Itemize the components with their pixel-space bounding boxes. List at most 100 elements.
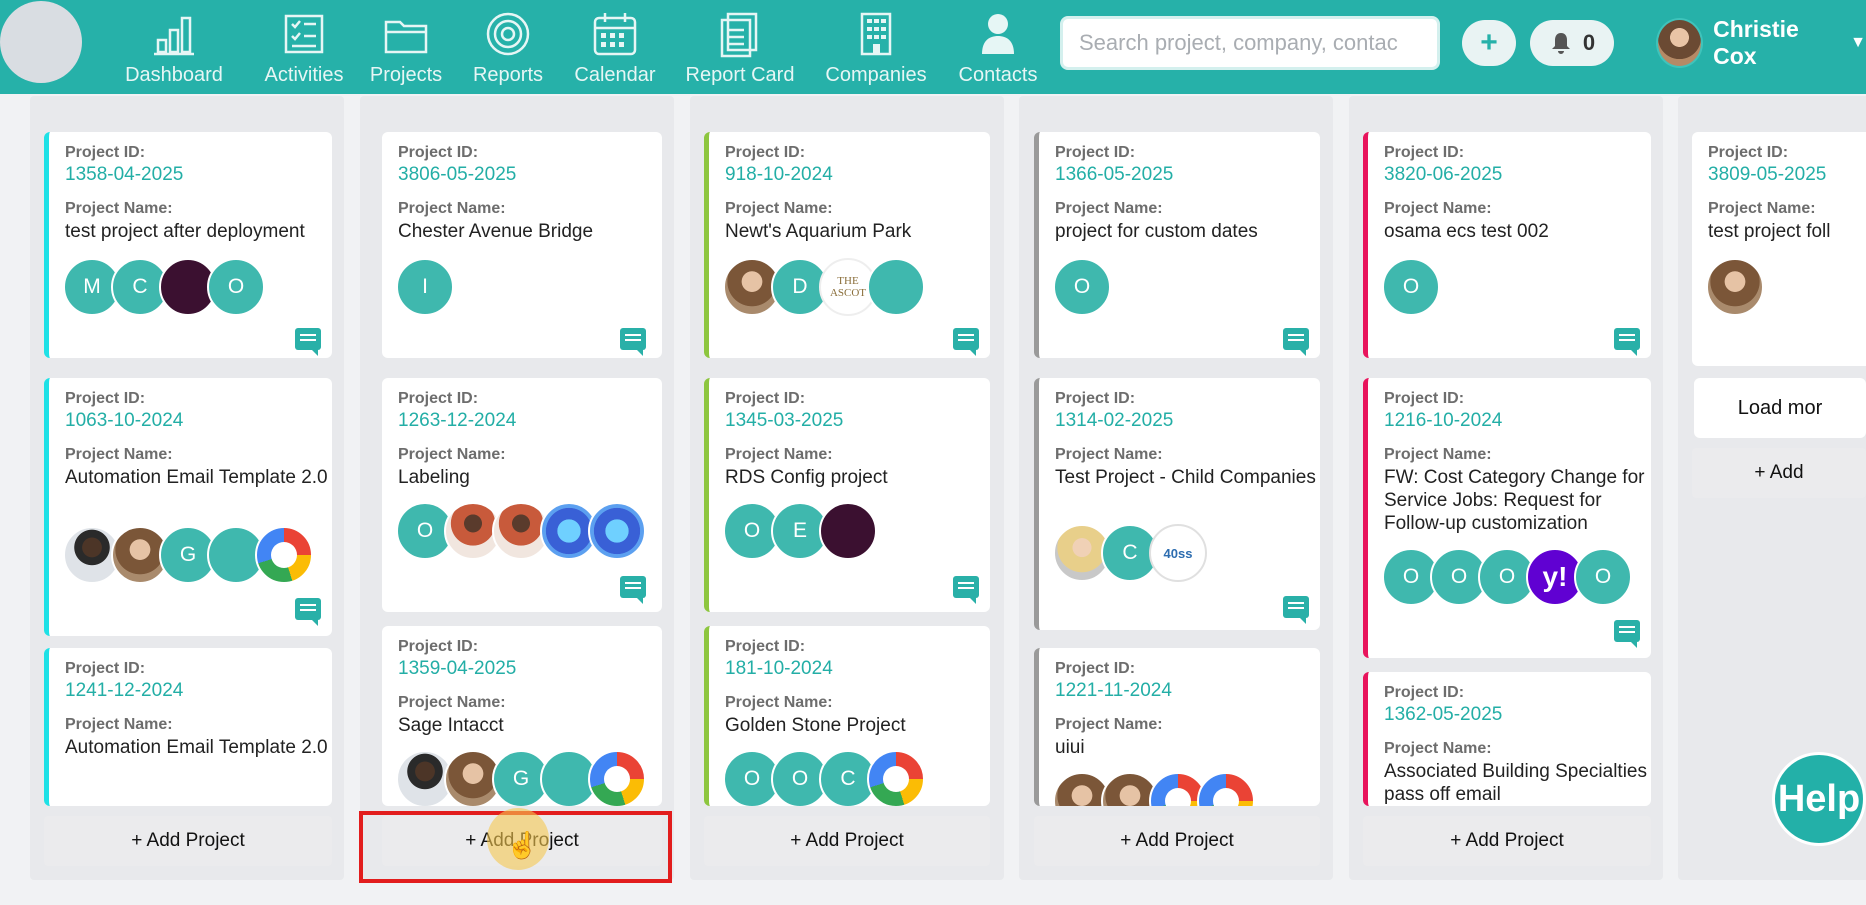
avatar[interactable]: O	[1574, 548, 1632, 606]
comment-icon[interactable]	[1283, 328, 1309, 356]
nav-report-card[interactable]: Report Card	[686, 6, 794, 88]
avatar-group: G	[396, 750, 646, 806]
avatar[interactable]: O	[1382, 258, 1440, 316]
project-name: test project after deployment	[65, 221, 305, 242]
google-icon[interactable]	[255, 526, 313, 584]
project-id-label: Project ID:	[1384, 390, 1465, 407]
project-id: 3809-05-2025	[1708, 164, 1827, 185]
company-logo[interactable]: 40ss	[1149, 524, 1207, 582]
nav-label: Calendar	[574, 64, 656, 86]
project-card[interactable]: Project ID: 1063-10-2024 Project Name: A…	[44, 378, 332, 636]
project-name-label: Project Name:	[1055, 200, 1163, 217]
avatar-logo[interactable]	[819, 502, 877, 560]
building-icon	[860, 12, 892, 56]
quick-add-button[interactable]: +	[1462, 20, 1516, 66]
comment-icon[interactable]	[1614, 620, 1640, 648]
avatar[interactable]: I	[396, 258, 454, 316]
nav-reports[interactable]: Reports	[458, 6, 558, 88]
nav-projects[interactable]: Projects	[356, 6, 456, 88]
comment-icon[interactable]	[620, 576, 646, 604]
notification-count: 0	[1582, 30, 1596, 55]
notifications-button[interactable]: 0	[1530, 20, 1614, 66]
nav-activities[interactable]: Activities	[254, 6, 354, 88]
nav-label: Dashboard	[125, 64, 223, 86]
project-name-label: Project Name:	[1055, 446, 1163, 463]
comment-icon[interactable]	[295, 598, 321, 626]
nav-calendar[interactable]: Calendar	[565, 6, 665, 88]
project-card[interactable]: Project ID: 1359-04-2025 Project Name: S…	[382, 626, 662, 806]
google-icon[interactable]	[1197, 772, 1255, 806]
nav-companies[interactable]: Companies	[825, 6, 927, 88]
project-card[interactable]: Project ID: 3806-05-2025 Project Name: C…	[382, 132, 662, 358]
comment-icon[interactable]	[295, 328, 321, 356]
hand-cursor-icon: ☝	[506, 830, 539, 860]
project-id-label: Project ID:	[725, 638, 806, 655]
comment-icon[interactable]	[620, 328, 646, 356]
bell-icon	[1551, 33, 1570, 54]
project-name-label: Project Name:	[65, 446, 173, 463]
avatar-group: O	[396, 502, 646, 560]
add-project-button[interactable]: + Add Project	[1363, 816, 1651, 866]
logo[interactable]	[0, 1, 82, 83]
project-card[interactable]: Project ID: 1216-10-2024 Project Name: F…	[1363, 378, 1651, 658]
person-icon	[982, 14, 1014, 54]
project-name: Automation Email Template 2.0	[65, 467, 328, 488]
project-name: Automation Email Template 2.0	[65, 737, 328, 758]
google-icon[interactable]	[588, 750, 646, 806]
project-card[interactable]: Project ID: 1241-12-2024 Project Name: A…	[44, 648, 332, 806]
project-id: 181-10-2024	[725, 658, 833, 679]
project-card[interactable]: Project ID: 1358-04-2025 Project Name: t…	[44, 132, 332, 358]
project-id: 1345-03-2025	[725, 410, 844, 431]
project-name: Test Project - Child Companies	[1055, 467, 1316, 488]
project-id: 1216-10-2024	[1384, 410, 1503, 431]
avatar[interactable]: O	[207, 258, 265, 316]
project-name: RDS Config project	[725, 467, 888, 488]
project-card[interactable]: Project ID: 1221-11-2024 Project Name: u…	[1034, 648, 1320, 806]
project-card[interactable]: Project ID: 1366-05-2025 Project Name: p…	[1034, 132, 1320, 358]
nav-dashboard[interactable]: Dashboard	[124, 6, 224, 88]
project-card[interactable]: Project ID: 1362-05-2025 Project Name: A…	[1363, 672, 1651, 806]
nav-label: Contacts	[958, 64, 1038, 86]
help-button[interactable]: Help	[1772, 752, 1866, 846]
project-id-label: Project ID:	[725, 144, 806, 161]
project-card[interactable]: Project ID: 918-10-2024 Project Name: Ne…	[704, 132, 990, 358]
search-input[interactable]	[1060, 16, 1440, 70]
project-card[interactable]: Project ID: 3820-06-2025 Project Name: o…	[1363, 132, 1651, 358]
load-more-button[interactable]: Load mor	[1694, 378, 1866, 438]
comment-icon[interactable]	[953, 328, 979, 356]
comment-icon[interactable]	[1614, 328, 1640, 356]
project-name-label: Project Name:	[1384, 446, 1492, 463]
project-card[interactable]: Project ID: 1263-12-2024 Project Name: L…	[382, 378, 662, 612]
project-card[interactable]: Project ID: 1345-03-2025 Project Name: R…	[704, 378, 990, 612]
checklist-icon	[284, 14, 324, 54]
google-icon[interactable]	[867, 750, 925, 806]
add-project-button[interactable]: + Add Project	[704, 816, 990, 866]
avatar-photo[interactable]	[1706, 258, 1764, 316]
project-name: test project foll	[1708, 221, 1831, 242]
add-project-button[interactable]: + Add Project	[44, 816, 332, 866]
project-card[interactable]: Project ID: 181-10-2024 Project Name: Go…	[704, 626, 990, 806]
avatar-group: O E	[723, 502, 877, 560]
comment-icon[interactable]	[953, 576, 979, 604]
nav-contacts[interactable]: Contacts	[948, 6, 1048, 88]
avatar[interactable]: O	[1053, 258, 1111, 316]
project-card[interactable]: Project ID: 3809-05-2025 Project Name: t…	[1692, 132, 1866, 366]
project-name: osama ecs test 002	[1384, 221, 1549, 242]
project-card[interactable]: Project ID: 1314-02-2025 Project Name: T…	[1034, 378, 1320, 630]
add-project-button[interactable]: + Add	[1692, 448, 1866, 498]
avatar[interactable]	[867, 258, 925, 316]
document-icon	[720, 12, 758, 58]
top-navbar: Dashboard Activities Projects Reports Ca…	[0, 0, 1866, 94]
nav-label: Reports	[472, 64, 544, 86]
project-name: Sage Intacct	[398, 715, 504, 736]
project-id: 1263-12-2024	[398, 410, 517, 431]
add-project-button[interactable]: + Add Project	[1034, 816, 1320, 866]
project-id-label: Project ID:	[65, 390, 146, 407]
project-id: 918-10-2024	[725, 164, 833, 185]
user-menu[interactable]: Christie Cox ▼	[1656, 16, 1866, 70]
comment-icon[interactable]	[1283, 596, 1309, 624]
project-name-label: Project Name:	[725, 694, 833, 711]
avatar-logo[interactable]	[588, 502, 646, 560]
project-name: Labeling	[398, 467, 470, 488]
avatar-group: O O C	[723, 750, 925, 806]
